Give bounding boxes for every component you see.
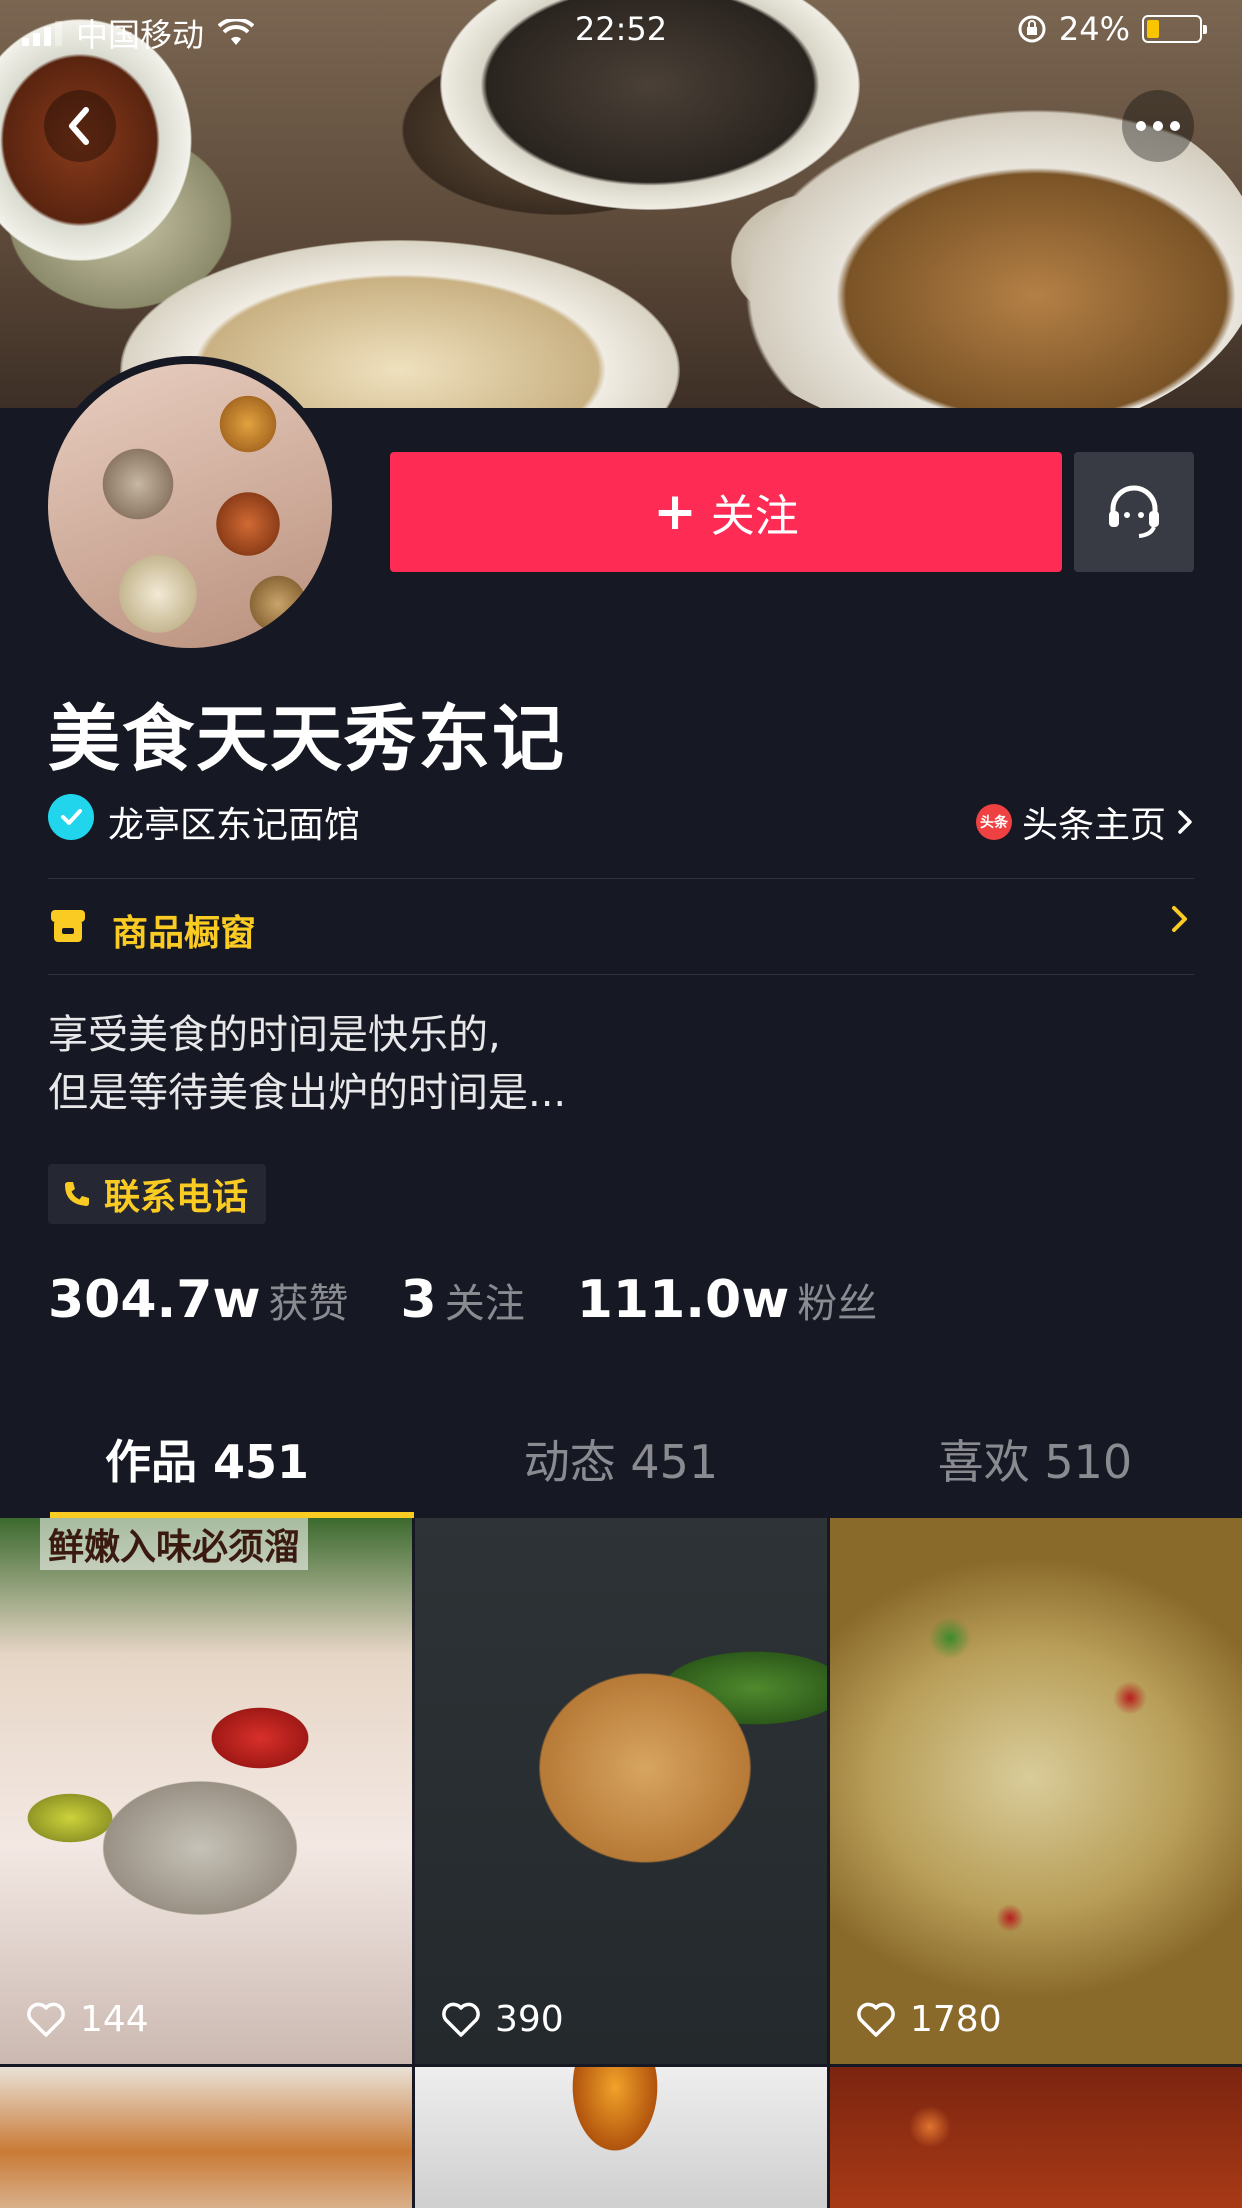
phone-icon <box>65 1182 89 1206</box>
profile-banner: 中国移动 22:52 24% <box>0 0 1242 408</box>
video-likes: 1780 <box>856 1999 1002 2040</box>
tab-works[interactable]: 作品 451 <box>0 1400 414 1518</box>
follow-button[interactable]: + 关注 <box>390 452 1062 572</box>
video-thumbnail[interactable]: 鲜嫩入味必须溜 144 <box>0 1518 412 2064</box>
shop-window-label: 商品橱窗 <box>112 913 257 954</box>
avatar-image <box>48 364 332 648</box>
video-likes: 144 <box>26 1999 149 2040</box>
like-count: 390 <box>495 1999 564 2040</box>
followers-label[interactable]: 粉丝 <box>797 1271 877 1329</box>
video-thumbnail[interactable]: 1780 <box>830 1518 1242 2064</box>
battery-percent: 24% <box>1058 10 1130 48</box>
heart-icon <box>442 2002 480 2037</box>
divider <box>48 878 1194 879</box>
toutiao-homepage-link[interactable]: 头条 头条主页 <box>975 796 1194 848</box>
shop-window-row[interactable]: 商品橱窗 <box>48 880 1194 976</box>
tab-label: 动态 451 <box>523 1435 719 1489</box>
avatar[interactable] <box>40 356 340 656</box>
following-label[interactable]: 关注 <box>445 1271 525 1329</box>
chevron-left-icon <box>69 107 89 145</box>
contact-phone-button[interactable]: 联系电话 <box>48 1164 267 1224</box>
more-button[interactable] <box>1122 90 1194 162</box>
verification-row: 龙亭区东记面馆 头条 头条主页 <box>48 792 1194 846</box>
contact-label: 联系电话 <box>104 1177 249 1218</box>
verified-business-name: 龙亭区东记面馆 <box>108 805 361 846</box>
video-grid: 鲜嫩入味必须溜 144 390 1780 <box>0 1518 1242 2208</box>
tab-label: 喜欢 510 <box>937 1435 1133 1489</box>
verified-icon <box>48 794 94 840</box>
likes-label: 获赞 <box>268 1281 349 1327</box>
battery-icon <box>1142 15 1207 43</box>
tab-label: 作品 451 <box>104 1435 310 1489</box>
back-button[interactable] <box>44 90 116 162</box>
profile-name: 美食天天秀东记 <box>48 697 567 781</box>
divider <box>48 974 1194 975</box>
toutiao-label: 头条主页 <box>1021 805 1166 846</box>
shop-icon <box>51 910 85 942</box>
video-likes: 390 <box>441 1999 564 2040</box>
video-thumbnail[interactable] <box>415 2067 827 2208</box>
plus-icon: + <box>653 482 697 542</box>
tab-likes[interactable]: 喜欢 510 <box>828 1400 1242 1518</box>
video-thumbnail[interactable]: 390 <box>415 1518 827 2064</box>
bio-line: 享受美食的时间是快乐的, <box>48 1012 501 1058</box>
followers-count[interactable]: 111.0w <box>577 1270 790 1330</box>
chevron-right-icon <box>1178 810 1192 834</box>
like-count: 1780 <box>910 1999 1002 2040</box>
status-bar: 中国移动 22:52 24% <box>0 0 1242 60</box>
chevron-right-icon <box>1172 906 1187 932</box>
bio-line: 但是等待美食出炉的时间是... <box>48 1070 567 1116</box>
following-count[interactable]: 3 <box>401 1270 437 1330</box>
bio: 享受美食的时间是快乐的, 但是等待美食出炉的时间是... <box>48 1006 566 1122</box>
headset-icon <box>1109 485 1159 538</box>
stats-row: 304.7w 获赞 3 关注 111.0w 粉丝 <box>48 1270 929 1330</box>
profile-tabs: 作品 451 动态 451 喜欢 510 <box>0 1400 1242 1518</box>
video-thumbnail[interactable] <box>0 2067 412 2208</box>
toutiao-icon: 头条 <box>975 804 1012 840</box>
like-count: 144 <box>80 1999 149 2040</box>
video-thumbnail[interactable] <box>830 2067 1242 2208</box>
rotation-lock-icon <box>1018 15 1046 43</box>
tab-activity[interactable]: 动态 451 <box>414 1400 828 1518</box>
heart-icon <box>857 2002 895 2037</box>
customer-service-button[interactable] <box>1074 452 1194 572</box>
more-dots-icon <box>1136 121 1180 131</box>
video-overlay-text: 鲜嫩入味必须溜 <box>40 1518 309 1570</box>
follow-label: 关注 <box>710 491 799 542</box>
likes-count: 304.7w <box>48 1270 261 1330</box>
heart-icon <box>27 2002 65 2037</box>
